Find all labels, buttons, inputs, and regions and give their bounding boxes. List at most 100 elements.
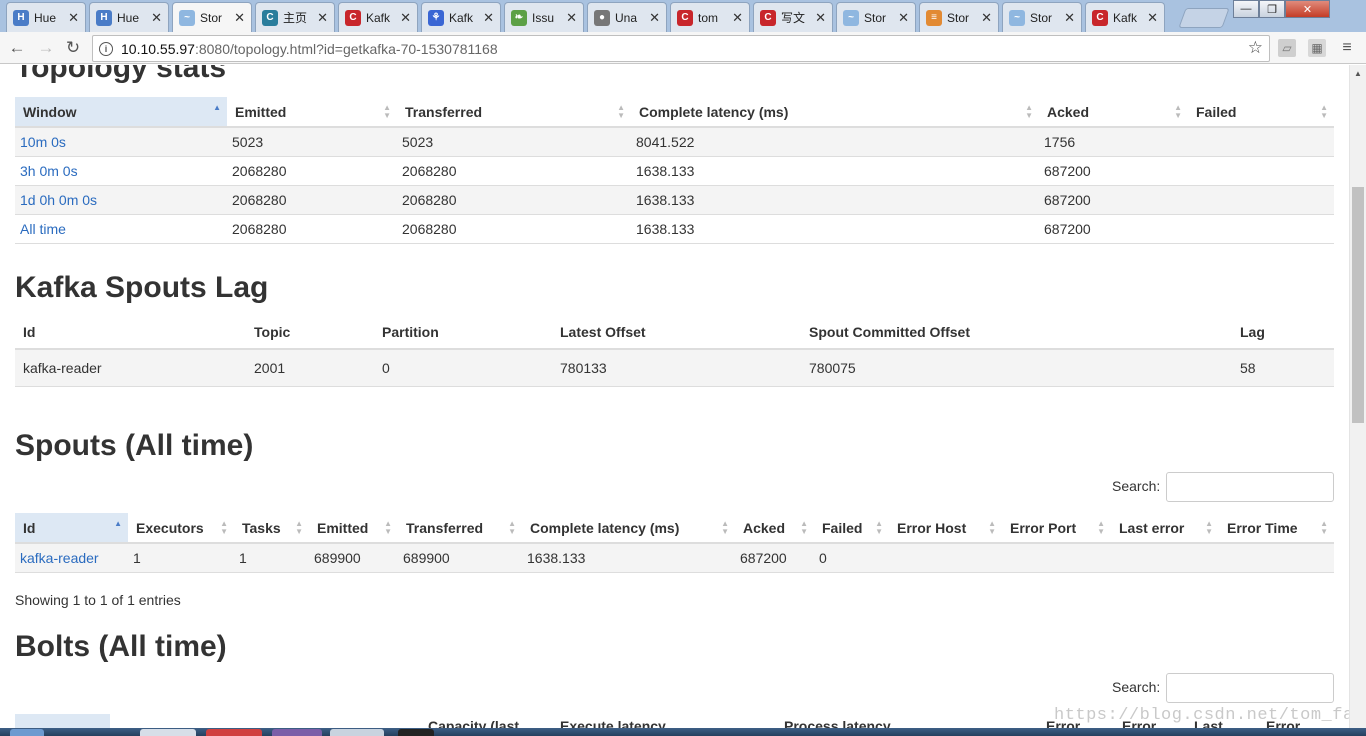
tab-close-icon[interactable]: ✕ bbox=[234, 10, 245, 26]
sort-arrows-icon: ▲ ▼ bbox=[508, 520, 516, 536]
column-header[interactable]: Emitted ▲ ▼ bbox=[309, 513, 398, 544]
column-header[interactable]: Error Host ▲ ▼ bbox=[889, 513, 1002, 544]
browser-tab[interactable]: ~ Stor ✕ bbox=[172, 2, 252, 32]
tab-title: Kafk bbox=[1113, 10, 1138, 25]
table-cell-link[interactable]: kafka-reader bbox=[20, 550, 99, 566]
browser-tab[interactable]: C 主页 ✕ bbox=[255, 2, 335, 32]
info-icon[interactable]: i bbox=[99, 41, 113, 56]
bookmark-star-icon[interactable]: ☆ bbox=[1248, 38, 1263, 58]
browser-tab[interactable]: ~ Stor ✕ bbox=[1002, 2, 1082, 32]
column-header[interactable]: Id ▲ bbox=[15, 513, 128, 544]
tab-close-icon[interactable]: ✕ bbox=[649, 10, 660, 26]
tab-close-icon[interactable]: ✕ bbox=[566, 10, 577, 26]
bolts-sorted-column-header[interactable] bbox=[15, 714, 110, 728]
scroll-up-arrow-icon[interactable]: ▲ bbox=[1354, 69, 1362, 78]
window-close-button[interactable]: ✕ bbox=[1285, 0, 1330, 18]
table-cell: kafka-reader bbox=[15, 542, 128, 573]
scrollbar-thumb[interactable] bbox=[1352, 187, 1364, 423]
sort-down-icon: ▼ bbox=[508, 527, 516, 536]
topology-stats-heading: Topology stats bbox=[15, 65, 227, 84]
tab-close-icon[interactable]: ✕ bbox=[68, 10, 79, 26]
browser-tab[interactable]: ≡ Stor ✕ bbox=[919, 2, 999, 32]
browser-tab[interactable]: Ctom ✕ bbox=[670, 2, 750, 32]
browser-tab[interactable]: C Kafk ✕ bbox=[1085, 2, 1165, 32]
new-tab-button[interactable] bbox=[1178, 8, 1230, 28]
column-header[interactable]: Transferred ▲ ▼ bbox=[397, 97, 631, 128]
tab-close-icon[interactable]: ✕ bbox=[1147, 10, 1158, 26]
column-header[interactable]: Last error ▲ ▼ bbox=[1111, 513, 1219, 544]
extension-grid-icon[interactable]: ▦ bbox=[1308, 39, 1326, 57]
column-header[interactable]: Tasks ▲ ▼ bbox=[234, 513, 309, 544]
tab-close-icon[interactable]: ✕ bbox=[815, 10, 826, 26]
maximize-button[interactable]: ❐ bbox=[1259, 0, 1285, 18]
column-header[interactable]: Error Time ▲ ▼ bbox=[1219, 513, 1334, 544]
sort-down-icon: ▼ bbox=[875, 527, 883, 536]
address-bar[interactable]: i 10.10.55.97:8080/topology.html?id=getk… bbox=[92, 35, 1270, 62]
baidu-icon: ⚘ bbox=[428, 9, 444, 26]
tab-close-icon[interactable]: ✕ bbox=[732, 10, 743, 26]
tab-close-icon[interactable]: ✕ bbox=[483, 10, 494, 26]
tab-close-icon[interactable]: ✕ bbox=[981, 10, 992, 26]
tab-close-icon[interactable]: ✕ bbox=[317, 10, 328, 26]
column-header[interactable]: Executors ▲ ▼ bbox=[128, 513, 234, 544]
browser-tab[interactable]: ~ Stor ✕ bbox=[836, 2, 916, 32]
taskbar-item[interactable] bbox=[272, 729, 322, 736]
tab-close-icon[interactable]: ✕ bbox=[1064, 10, 1075, 26]
browser-tab[interactable]: ● Una ✕ bbox=[587, 2, 667, 32]
bolts-column-header[interactable]: Capacity (last bbox=[428, 718, 519, 728]
back-button[interactable]: ← bbox=[7, 38, 27, 58]
taskbar-item[interactable] bbox=[330, 729, 384, 736]
browser-tab[interactable]: H Hue ✕ bbox=[6, 2, 86, 32]
spouts-search-input[interactable] bbox=[1166, 472, 1334, 502]
column-header[interactable]: Acked ▲ ▼ bbox=[1039, 97, 1188, 128]
forward-button[interactable]: → bbox=[36, 38, 56, 58]
table-cell-link[interactable]: 10m 0s bbox=[20, 134, 66, 150]
column-header[interactable]: Emitted ▲ ▼ bbox=[227, 97, 397, 128]
table-cell bbox=[1111, 542, 1219, 573]
taskbar-item[interactable] bbox=[140, 729, 196, 736]
bolts-column-header[interactable]: Process latency bbox=[784, 718, 891, 728]
column-header-label: Complete latency (ms) bbox=[530, 519, 680, 536]
bolts-search-input[interactable] bbox=[1166, 673, 1334, 703]
table-cell: 2068280 bbox=[397, 184, 631, 214]
page-viewport: Topology stats Window ▲ Emitted ▲ ▼ Transferr… bbox=[0, 65, 1349, 728]
page-scrollbar[interactable]: ▲ bbox=[1349, 65, 1366, 728]
tab-close-icon[interactable]: ✕ bbox=[898, 10, 909, 26]
table-cell: kafka-reader bbox=[15, 348, 246, 387]
column-header[interactable]: Error Port ▲ ▼ bbox=[1002, 513, 1111, 544]
start-button[interactable] bbox=[10, 729, 44, 736]
table-cell: 1638.133 bbox=[522, 542, 735, 573]
browser-tab[interactable]: ❧ Issu ✕ bbox=[504, 2, 584, 32]
tab-close-icon[interactable]: ✕ bbox=[151, 10, 162, 26]
table-header-row: Id ▲ Executors ▲ ▼ Tasks ▲ ▼ Emitted ▲ ▼ Transferre… bbox=[15, 513, 1334, 544]
sort-down-icon: ▼ bbox=[1320, 527, 1328, 536]
tab-title: Stor bbox=[864, 10, 887, 25]
browser-tab[interactable]: C Kafk ✕ bbox=[338, 2, 418, 32]
taskbar-item[interactable] bbox=[398, 729, 434, 736]
taskbar-item[interactable] bbox=[206, 729, 262, 736]
tab-close-icon[interactable]: ✕ bbox=[400, 10, 411, 26]
pdf-extension-icon[interactable]: ▱ bbox=[1278, 39, 1296, 57]
bolts-column-header[interactable]: Execute latency bbox=[560, 718, 666, 728]
column-header[interactable]: Complete latency (ms) ▲ ▼ bbox=[631, 97, 1039, 128]
cnblogs-icon: C bbox=[262, 9, 278, 26]
column-header[interactable]: Acked ▲ ▼ bbox=[735, 513, 814, 544]
column-header[interactable]: Window ▲ bbox=[15, 97, 227, 128]
sort-arrows-icon: ▲ ▼ bbox=[384, 520, 392, 536]
table-cell-link[interactable]: All time bbox=[20, 221, 66, 237]
table-cell: 687200 bbox=[1039, 184, 1188, 214]
table-cell-link[interactable]: 1d 0h 0m 0s bbox=[20, 192, 97, 208]
table-cell: 689900 bbox=[309, 542, 398, 573]
browser-tab[interactable]: C 写文 ✕ bbox=[753, 2, 833, 32]
menu-icon[interactable]: ≡ bbox=[1338, 39, 1356, 57]
browser-tab[interactable]: H Hue ✕ bbox=[89, 2, 169, 32]
browser-tab[interactable]: ⚘ Kafk ✕ bbox=[421, 2, 501, 32]
table-cell-link[interactable]: 3h 0m 0s bbox=[20, 163, 78, 179]
column-header[interactable]: Failed ▲ ▼ bbox=[814, 513, 889, 544]
column-header[interactable]: Transferred ▲ ▼ bbox=[398, 513, 522, 544]
minimize-button[interactable]: — bbox=[1233, 0, 1259, 18]
column-header[interactable]: Failed ▲ ▼ bbox=[1188, 97, 1334, 128]
column-header[interactable]: Complete latency (ms) ▲ ▼ bbox=[522, 513, 735, 544]
reload-button[interactable]: ↻ bbox=[63, 38, 83, 58]
sort-arrows-icon: ▲ ▼ bbox=[800, 520, 808, 536]
